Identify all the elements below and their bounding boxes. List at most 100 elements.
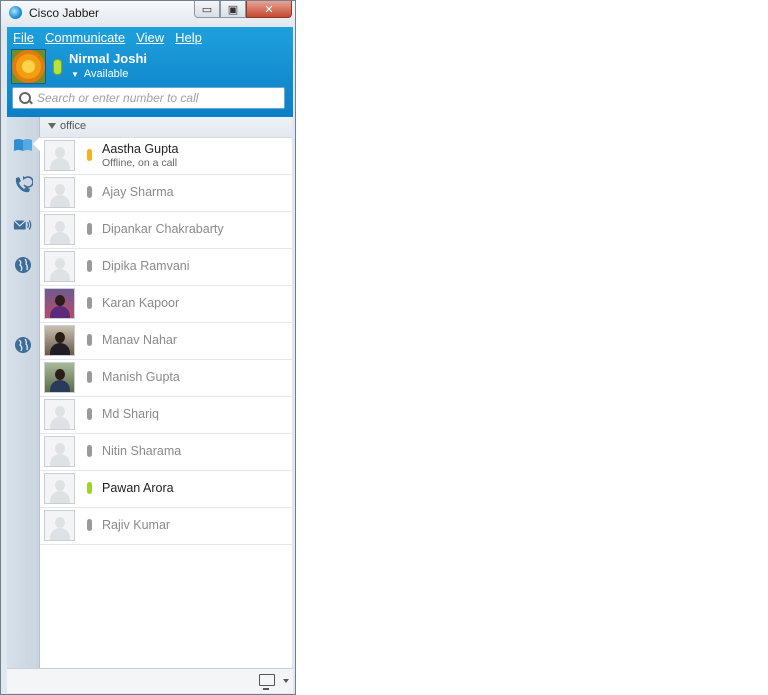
avatar-body — [50, 454, 70, 466]
menu-communicate[interactable]: Communicate — [45, 30, 125, 45]
menu-help[interactable]: Help — [175, 30, 202, 45]
contact-avatar — [44, 399, 75, 430]
presence-indicator — [87, 186, 92, 198]
avatar-body — [50, 380, 70, 392]
voicemail-icon[interactable] — [13, 216, 33, 234]
contact-row[interactable]: Ajay Sharma — [40, 174, 292, 212]
contact-name: Manish Gupta — [102, 370, 180, 384]
search-input[interactable] — [37, 91, 277, 105]
avatar-body — [50, 269, 70, 281]
presence-indicator — [87, 371, 92, 383]
contact-row[interactable]: Nitin Sharama — [40, 433, 292, 471]
avatar-head — [55, 480, 65, 491]
contact-row[interactable]: Manav Nahar — [40, 322, 292, 360]
group-header-office[interactable]: office — [40, 117, 292, 138]
avatar-body — [50, 343, 70, 355]
title-bar[interactable]: Cisco Jabber ▭ ▣ ✕ — [1, 1, 295, 26]
avatar-body — [50, 491, 70, 503]
contact-name: Dipika Ramvani — [102, 259, 190, 273]
contact-avatar — [44, 362, 75, 393]
chevron-down-icon: ▼ — [71, 70, 79, 79]
search-box[interactable] — [12, 87, 285, 109]
contact-avatar — [44, 288, 75, 319]
avatar-body — [50, 232, 70, 244]
globe-icon[interactable] — [13, 256, 33, 274]
contact-avatar — [44, 473, 75, 504]
close-button[interactable]: ✕ — [246, 1, 292, 18]
globe-icon-2[interactable] — [13, 336, 33, 354]
avatar-head — [55, 147, 65, 158]
contact-name: Karan Kapoor — [102, 296, 180, 310]
avatar-head — [55, 184, 65, 195]
avatar-body — [50, 158, 70, 170]
my-status-dropdown[interactable]: ▼ Available — [71, 68, 128, 80]
screen-share-icon[interactable] — [259, 674, 275, 690]
contact-row[interactable]: Pawan Arora — [40, 470, 292, 508]
avatar-head — [55, 517, 65, 528]
contact-avatar — [44, 251, 75, 282]
contact-name: Ajay Sharma — [102, 185, 174, 199]
avatar-head — [55, 258, 65, 269]
presence-indicator — [87, 519, 92, 531]
window-controls: ▭ ▣ ✕ — [194, 1, 292, 19]
menu-file[interactable]: File — [13, 30, 34, 45]
my-presence-indicator — [53, 59, 62, 75]
contact-avatar — [44, 510, 75, 541]
recent-calls-icon[interactable] — [13, 176, 33, 194]
avatar-head — [55, 295, 65, 306]
window-title: Cisco Jabber — [29, 6, 100, 20]
contact-name: Nitin Sharama — [102, 444, 182, 458]
contact-row[interactable]: Dipankar Chakrabarty — [40, 211, 292, 249]
presence-indicator — [87, 149, 92, 161]
status-footer — [7, 668, 293, 693]
avatar-head — [55, 221, 65, 232]
contact-avatar — [44, 325, 75, 356]
contact-name: Rajiv Kumar — [102, 518, 171, 532]
contact-name: Md Shariq — [102, 407, 159, 421]
presence-indicator — [87, 445, 92, 457]
contact-name: Dipankar Chakrabarty — [102, 222, 224, 236]
contact-list: office Aastha Gupta Offline, on a call Aja… — [40, 117, 292, 668]
avatar-body — [50, 306, 70, 318]
avatar-head — [55, 369, 65, 380]
contact-avatar — [44, 140, 75, 171]
contact-row[interactable]: Aastha Gupta Offline, on a call — [40, 137, 292, 175]
presence-indicator — [87, 223, 92, 235]
my-avatar[interactable] — [11, 49, 46, 84]
contact-avatar — [44, 436, 75, 467]
cisco-jabber-app-icon — [9, 6, 22, 19]
presence-indicator — [87, 260, 92, 272]
contact-row[interactable]: Md Shariq — [40, 396, 292, 434]
contact-status-note: Offline, on a call — [102, 157, 178, 169]
contact-row[interactable]: Manish Gupta — [40, 359, 292, 397]
search-icon — [19, 92, 31, 104]
contact-avatar — [44, 214, 75, 245]
jabber-window: Cisco Jabber ▭ ▣ ✕ File Communicate View… — [0, 0, 296, 695]
avatar-body — [50, 417, 70, 429]
avatar-body — [50, 528, 70, 540]
chevron-down-icon[interactable] — [283, 679, 289, 683]
group-name: office — [60, 120, 87, 132]
avatar-head — [55, 332, 65, 343]
contact-avatar — [44, 177, 75, 208]
presence-indicator — [87, 297, 92, 309]
menu-view[interactable]: View — [136, 30, 164, 45]
minimize-button[interactable]: ▭ — [194, 1, 220, 18]
chevron-down-icon — [48, 123, 56, 129]
my-status-label: Available — [83, 68, 129, 80]
contact-row[interactable]: Dipika Ramvani — [40, 248, 292, 286]
avatar-head — [55, 406, 65, 417]
contact-name: Pawan Arora — [102, 481, 174, 495]
contact-name: Aastha Gupta — [102, 142, 179, 156]
contact-row[interactable]: Rajiv Kumar — [40, 507, 292, 545]
maximize-button[interactable]: ▣ — [220, 1, 246, 18]
avatar-head — [55, 443, 65, 454]
navigation-rail — [7, 117, 40, 668]
presence-indicator — [87, 482, 92, 494]
contact-name: Manav Nahar — [102, 333, 178, 347]
menu-bar: File Communicate View Help — [13, 30, 202, 45]
contacts-book-icon[interactable] — [13, 136, 33, 154]
contact-row[interactable]: Karan Kapoor — [40, 285, 292, 323]
presence-indicator — [87, 334, 92, 346]
my-name: Nirmal Joshi — [69, 51, 148, 66]
